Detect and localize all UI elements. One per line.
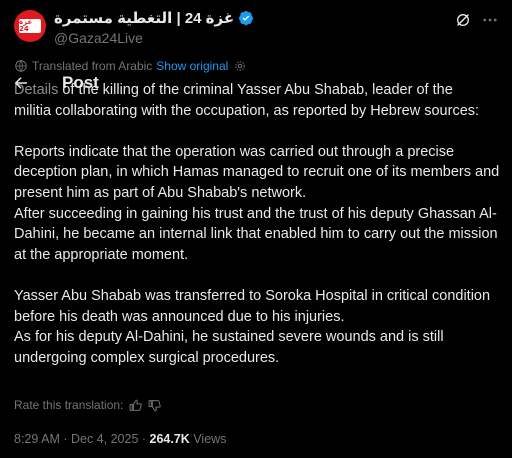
- meta-separator: ·: [59, 432, 71, 446]
- back-arrow-icon[interactable]: [12, 74, 30, 92]
- author-display-name[interactable]: غزة 24 | التغطية مستمرة: [54, 9, 234, 27]
- more-dots-icon[interactable]: [481, 12, 499, 28]
- translate-icon: [15, 60, 27, 72]
- author-display-name-row[interactable]: غزة 24 | التغطية مستمرة: [54, 9, 254, 27]
- tweet-text-line2: militia collaborating with the occupatio…: [14, 102, 480, 119]
- verified-badge-icon: [239, 11, 254, 26]
- tweet-meta: 8:29 AM · Dec 4, 2025 · 264.7K Views: [14, 432, 226, 446]
- tweet-paragraph-2: Reports indicate that the operation was …: [14, 143, 500, 263]
- tweet-text-line1: of the killing of the criminal Yasser Ab…: [58, 82, 453, 98]
- thumbs-up-icon[interactable]: [129, 399, 143, 412]
- meta-separator-2: ·: [138, 432, 150, 446]
- page-title: Post: [62, 73, 99, 92]
- translation-notice: Translated from Arabic Show original: [14, 59, 246, 73]
- tweet-paragraph-3: Yasser Abu Shabab was transferred to Sor…: [14, 287, 491, 366]
- rate-translation-row: Rate this translation:: [14, 398, 162, 412]
- views-count[interactable]: 264.7K: [150, 432, 190, 446]
- show-original-link[interactable]: Show original: [156, 59, 228, 73]
- gear-icon[interactable]: [234, 60, 246, 72]
- avatar-logo: غزة 24: [19, 19, 41, 33]
- thumbs-down-icon[interactable]: [148, 399, 162, 412]
- avatar-logo-text: غزة 24: [19, 18, 33, 33]
- tweet-text: Details of the killing of the criminal Y…: [14, 80, 506, 368]
- tweet-date[interactable]: Dec 4, 2025: [71, 432, 138, 446]
- rate-translation-label: Rate this translation:: [14, 398, 124, 412]
- views-label: Views: [189, 432, 227, 446]
- author-handle[interactable]: @Gaza24Live: [54, 30, 143, 46]
- translation-label: Translated from Arabic: [32, 59, 153, 73]
- avatar[interactable]: غزة 24: [14, 10, 46, 42]
- grok-icon[interactable]: [455, 12, 471, 28]
- tweet-time[interactable]: 8:29 AM: [14, 432, 60, 446]
